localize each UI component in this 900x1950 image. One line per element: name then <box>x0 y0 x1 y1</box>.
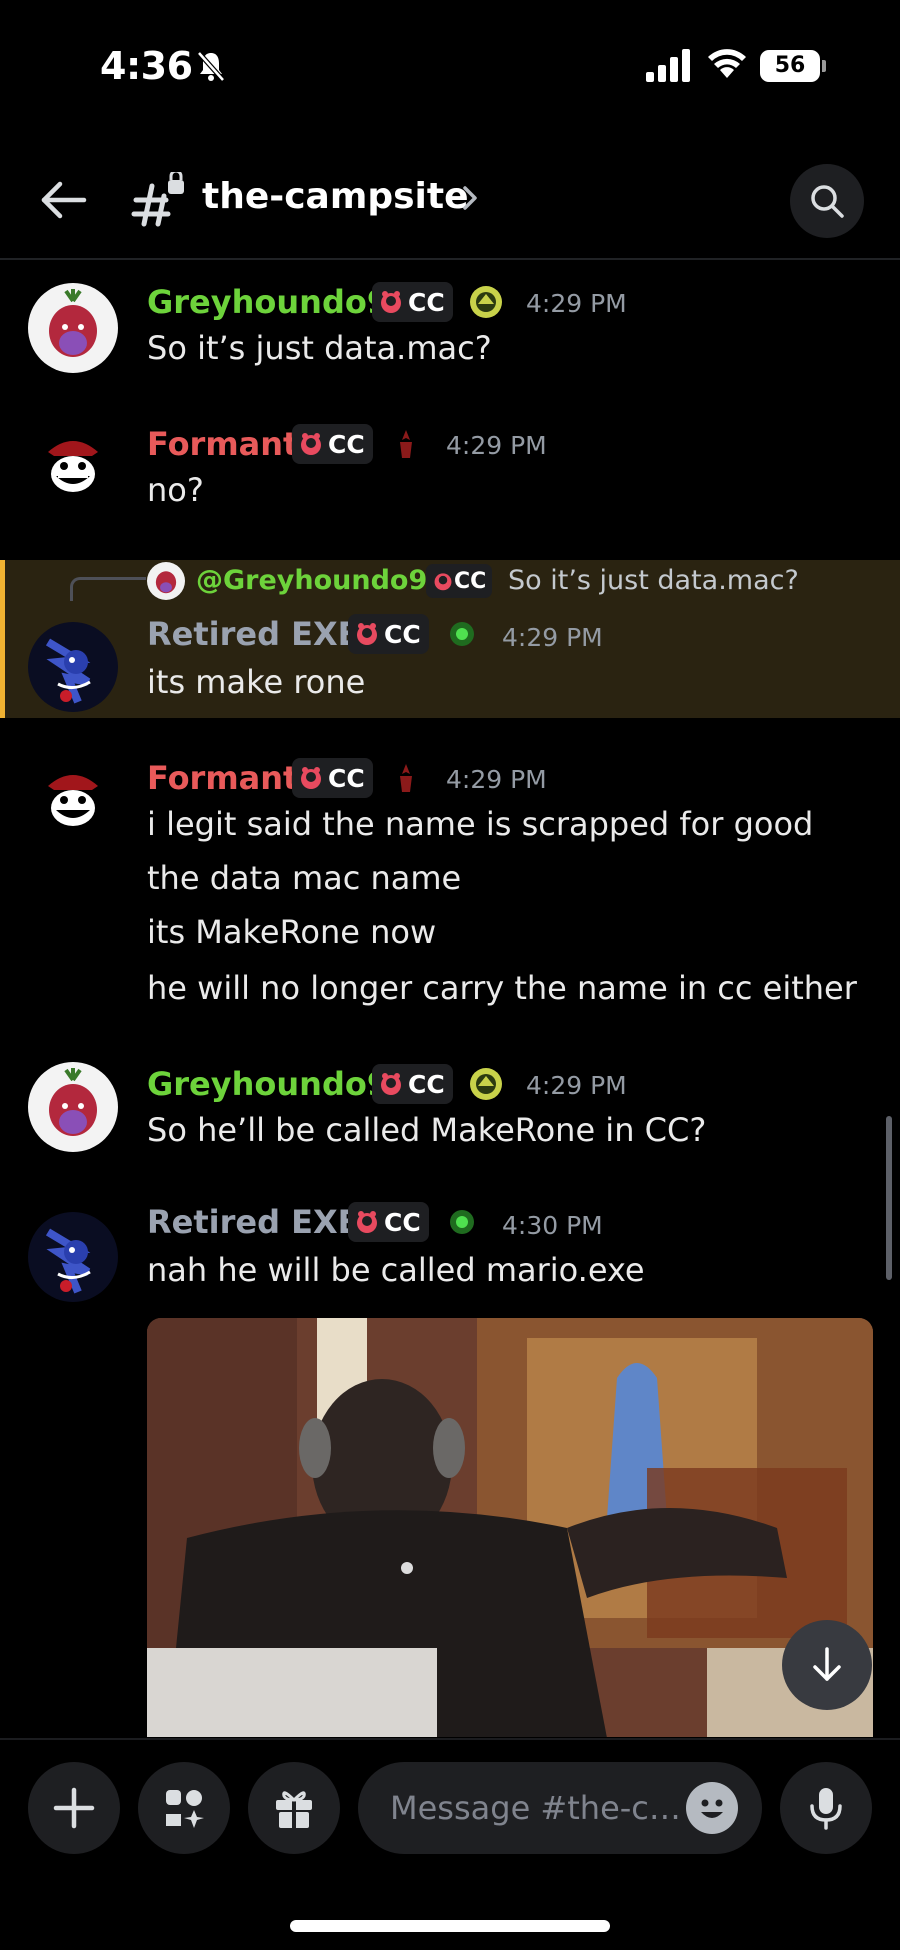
grin-avatar-icon <box>48 775 98 826</box>
avatar[interactable] <box>28 622 118 712</box>
role-tag-label: CC <box>328 763 365 793</box>
avatar[interactable] <box>28 1212 118 1302</box>
message-username[interactable]: Greyhoundo9 <box>147 282 389 322</box>
microphone-icon <box>810 1788 842 1830</box>
reply-connector <box>70 577 146 601</box>
battery-indicator: 56 <box>760 50 820 82</box>
message-text: nah he will be called mario.exe <box>147 1251 645 1289</box>
role-tag[interactable]: CC <box>348 1202 429 1242</box>
avatar[interactable] <box>28 756 118 846</box>
apps-icon <box>166 1790 204 1828</box>
badge-icon <box>400 430 412 458</box>
channel-header: the-campsite <box>0 150 900 260</box>
strawberry-avatar-icon <box>155 571 177 594</box>
message-text: no? <box>147 471 204 509</box>
message-text: its MakeRone now <box>147 913 437 951</box>
reply-avatar[interactable] <box>147 562 185 600</box>
tag-icon <box>357 1211 377 1233</box>
badge-icon <box>470 286 502 318</box>
message-timestamp: 4:29 PM <box>446 765 547 794</box>
message-text: he will no longer carry the name in cc e… <box>147 969 857 1007</box>
scrollbar[interactable] <box>886 1116 892 1280</box>
exe-avatar-icon <box>45 638 91 704</box>
search-icon <box>811 185 844 218</box>
message-username[interactable]: Retired EXE <box>147 614 360 654</box>
message-composer: Message #the-c… <box>0 1738 900 1950</box>
channel-hash-icon <box>131 172 184 227</box>
tag-icon <box>381 291 401 313</box>
tag-icon <box>434 573 452 591</box>
reply-role-tag: CC <box>426 564 493 598</box>
gift-button[interactable] <box>248 1762 340 1854</box>
message-timestamp: 4:29 PM <box>502 623 603 652</box>
message-text: i legit said the name is scrapped for go… <box>147 805 814 843</box>
badge-icon <box>400 764 412 792</box>
battery-tip <box>822 60 826 72</box>
message-username[interactable]: Retired EXE <box>147 1202 360 1242</box>
avatar[interactable] <box>28 283 118 373</box>
signal-icon <box>646 49 690 82</box>
role-tag-label: CC <box>408 1069 445 1099</box>
badge-icon <box>450 622 474 646</box>
plus-icon <box>53 1787 95 1829</box>
message-timestamp: 4:29 PM <box>526 289 627 318</box>
back-arrow-icon[interactable] <box>36 172 92 228</box>
role-tag[interactable]: CC <box>372 282 453 322</box>
message-list[interactable]: Greyhoundo9 CC 4:29 PM So it’s just data… <box>0 262 900 1737</box>
bell-muted-icon <box>197 51 225 82</box>
tag-icon <box>381 1073 401 1095</box>
grin-avatar-icon <box>48 441 98 492</box>
home-indicator[interactable] <box>290 1920 610 1932</box>
tag-icon <box>357 623 377 645</box>
message-username[interactable]: Formant <box>147 424 298 464</box>
message-text: its make rone <box>147 663 366 701</box>
reply-username[interactable]: @Greyhoundo9 <box>196 562 427 600</box>
role-tag[interactable]: CC <box>292 758 373 798</box>
add-attachment-button[interactable] <box>28 1762 120 1854</box>
avatar[interactable] <box>28 1062 118 1152</box>
message-input-placeholder: Message #the-c… <box>390 1789 681 1827</box>
role-tag-label: CC <box>328 429 365 459</box>
role-tag[interactable]: CC <box>372 1064 453 1104</box>
role-tag[interactable]: CC <box>348 614 429 654</box>
gift-icon <box>276 1791 312 1828</box>
status-bar: 4:36 56 <box>0 0 900 130</box>
strawberry-avatar-icon <box>49 289 97 357</box>
tag-icon <box>301 767 321 789</box>
strawberry-avatar-icon <box>49 1068 97 1136</box>
role-tag-label: CC <box>408 287 445 317</box>
reply-preview-text[interactable]: So it’s just data.mac? <box>508 562 799 600</box>
emoji-button[interactable] <box>686 1782 738 1834</box>
message-username[interactable]: Greyhoundo9 <box>147 1064 389 1104</box>
status-time: 4:36 <box>100 44 193 88</box>
voice-message-button[interactable] <box>780 1762 872 1854</box>
channel-name[interactable]: the-campsite <box>202 172 469 222</box>
apps-button[interactable] <box>138 1762 230 1854</box>
badge-icon <box>470 1068 502 1100</box>
message-text: the data mac name <box>147 859 462 897</box>
exe-avatar-icon <box>45 1228 91 1294</box>
role-tag-label: CC <box>384 619 421 649</box>
gif-attachment[interactable] <box>147 1318 873 1737</box>
emoji-icon <box>701 1799 723 1818</box>
avatar[interactable] <box>28 422 118 512</box>
message-username[interactable]: Formant <box>147 758 298 798</box>
arrow-down-icon <box>813 1647 841 1681</box>
badge-icon <box>450 1210 474 1234</box>
message-text: So he’ll be called MakeRone in CC? <box>147 1111 707 1149</box>
role-tag-label: CC <box>384 1207 421 1237</box>
message-timestamp: 4:29 PM <box>526 1071 627 1100</box>
chevron-right-icon[interactable] <box>458 184 482 212</box>
message-timestamp: 4:29 PM <box>446 431 547 460</box>
tag-icon <box>301 433 321 455</box>
search-button[interactable] <box>790 164 864 238</box>
gif-image <box>147 1318 873 1737</box>
message-text: So it’s just data.mac? <box>147 329 492 367</box>
role-tag[interactable]: CC <box>292 424 373 464</box>
message-input[interactable]: Message #the-c… <box>358 1762 762 1854</box>
jump-to-present-button[interactable] <box>782 1620 872 1710</box>
reply-role-tag-label: CC <box>454 568 487 594</box>
message-timestamp: 4:30 PM <box>502 1211 603 1240</box>
wifi-icon <box>708 49 746 78</box>
